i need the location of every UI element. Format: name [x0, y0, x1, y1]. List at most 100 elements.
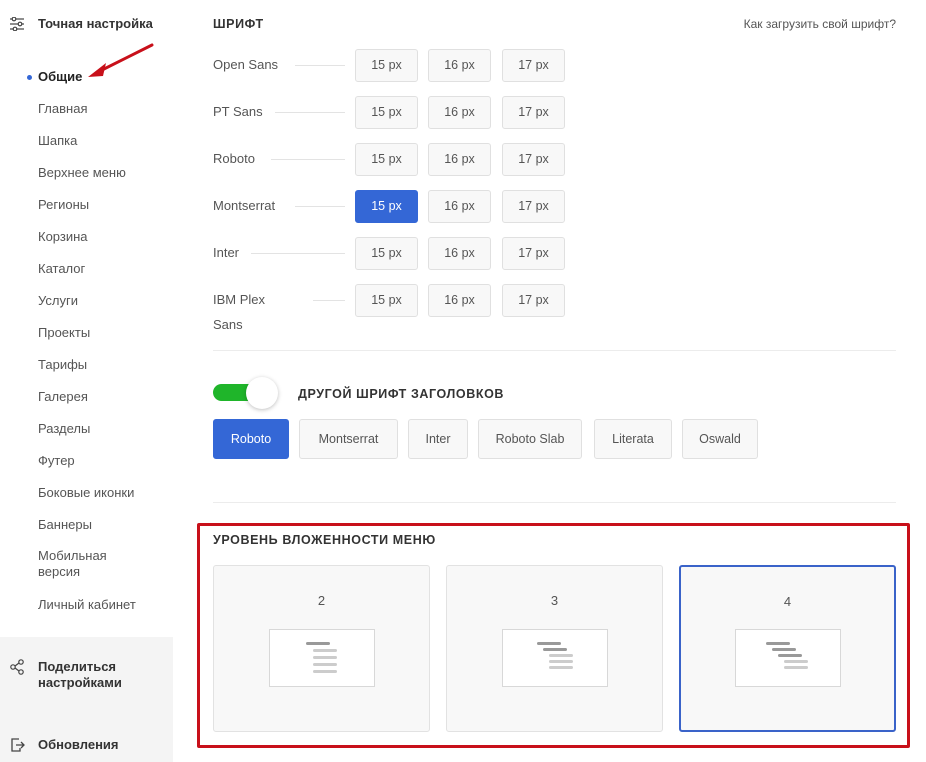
sidebar-item-label: Боковые иконки	[38, 485, 135, 500]
heading-font-option[interactable]: Literata	[594, 419, 672, 459]
sidebar-nav: Общие Главная Шапка Верхнее меню Регионы…	[0, 68, 173, 628]
preview-line	[778, 654, 802, 657]
font-size-button[interactable]: 17 px	[502, 190, 565, 223]
heading-font-option[interactable]: Oswald	[682, 419, 758, 459]
toggle-knob	[246, 377, 278, 409]
font-size-button[interactable]: 17 px	[502, 96, 565, 129]
font-size-button[interactable]: 17 px	[502, 284, 565, 317]
menu-depth-card[interactable]: 3	[446, 565, 663, 732]
preview-line	[549, 666, 573, 669]
font-size-button[interactable]: 17 px	[502, 237, 565, 270]
sidebar-item-main[interactable]: Главная	[0, 100, 173, 132]
font-row-leader	[251, 253, 345, 254]
font-row: Montserrat 15 px 16 px 17 px	[213, 190, 573, 224]
menu-depth-value: 4	[783, 594, 792, 609]
sidebar-item-label: Футер	[38, 453, 75, 468]
font-size-button[interactable]: 17 px	[502, 49, 565, 82]
menu-depth-value: 3	[550, 593, 559, 608]
sidebar-item-label: Регионы	[38, 197, 90, 212]
updates-label: Обновления	[38, 737, 119, 752]
heading-font-option[interactable]: Roboto	[213, 419, 289, 459]
sidebar-item-label: Корзина	[38, 229, 88, 244]
font-size-button[interactable]: 16 px	[428, 284, 491, 317]
font-row: Open Sans 15 px 16 px 17 px	[213, 49, 573, 83]
sidebar-item-projects[interactable]: Проекты	[0, 324, 173, 356]
font-name: IBM Plex Sans	[213, 292, 266, 332]
sidebar-title: Точная настройка	[38, 16, 153, 31]
menu-depth-card[interactable]: 4	[679, 565, 896, 732]
font-size-button[interactable]: 16 px	[428, 143, 491, 176]
sidebar: Точная настройка Общие Главная Шапка Вер…	[0, 0, 173, 762]
divider	[213, 502, 896, 503]
font-name: Inter	[213, 245, 240, 260]
sliders-icon	[10, 17, 24, 31]
sidebar-item-label: Услуги	[38, 293, 78, 308]
font-section-title: ШРИФТ	[213, 17, 264, 31]
font-size-button[interactable]: 15 px	[355, 143, 418, 176]
sidebar-item-banners[interactable]: Баннеры	[0, 516, 173, 548]
menu-depth-preview	[735, 629, 841, 687]
sidebar-item-label: Мобильная версия	[38, 548, 107, 579]
heading-font-option[interactable]: Montserrat	[299, 419, 398, 459]
sidebar-item-catalog[interactable]: Каталог	[0, 260, 173, 292]
sidebar-item-cart[interactable]: Корзина	[0, 228, 173, 260]
upload-font-link[interactable]: Как загрузить свой шрифт?	[744, 17, 896, 31]
sidebar-item-mobile[interactable]: Мобильная версия	[0, 548, 173, 596]
active-dot	[27, 75, 32, 80]
sidebar-item-gallery[interactable]: Галерея	[0, 388, 173, 420]
font-size-button[interactable]: 16 px	[428, 237, 491, 270]
sidebar-item-header[interactable]: Шапка	[0, 132, 173, 164]
preview-line	[313, 670, 337, 673]
font-name: Open Sans	[213, 57, 279, 72]
font-size-button[interactable]: 16 px	[428, 190, 491, 223]
font-row: PT Sans 15 px 16 px 17 px	[213, 96, 573, 130]
sidebar-item-label: Каталог	[38, 261, 86, 276]
heading-font-option[interactable]: Inter	[408, 419, 468, 459]
font-size-button[interactable]: 15 px	[355, 237, 418, 270]
sidebar-item-label: Верхнее меню	[38, 165, 126, 180]
sidebar-item-account[interactable]: Личный кабинет	[0, 596, 173, 628]
font-row-leader	[295, 206, 345, 207]
menu-depth-value: 2	[317, 593, 326, 608]
font-row: Roboto 15 px 16 px 17 px	[213, 143, 573, 177]
sidebar-item-label: Шапка	[38, 133, 78, 148]
preview-line	[313, 656, 337, 659]
font-size-button[interactable]: 17 px	[502, 143, 565, 176]
sidebar-item-label: Проекты	[38, 325, 91, 340]
sidebar-item-footer[interactable]: Футер	[0, 452, 173, 484]
sidebar-item-general[interactable]: Общие	[0, 68, 173, 100]
heading-font-option[interactable]: Roboto Slab	[478, 419, 582, 459]
preview-line	[784, 660, 808, 663]
menu-depth-card[interactable]: 2	[213, 565, 430, 732]
menu-depth-title: УРОВЕНЬ ВЛОЖЕННОСТИ МЕНЮ	[213, 533, 436, 547]
heading-font-toggle[interactable]	[213, 377, 278, 409]
sidebar-item-label: Галерея	[38, 389, 88, 404]
sidebar-item-label: Главная	[38, 101, 88, 116]
font-size-button[interactable]: 15 px	[355, 96, 418, 129]
sidebar-item-tariffs[interactable]: Тарифы	[0, 356, 173, 388]
font-row-leader	[295, 65, 345, 66]
sidebar-item-label: Общие	[38, 69, 83, 84]
font-row-leader	[313, 300, 345, 301]
font-size-button[interactable]: 16 px	[428, 49, 491, 82]
share-settings-label: Поделиться настройками	[38, 659, 122, 690]
preview-line	[784, 666, 808, 669]
sidebar-item-top-menu[interactable]: Верхнее меню	[0, 164, 173, 196]
font-size-button[interactable]: 15 px	[355, 49, 418, 82]
sidebar-item-regions[interactable]: Регионы	[0, 196, 173, 228]
font-size-button[interactable]: 15 px	[355, 284, 418, 317]
divider	[213, 350, 896, 351]
preview-line	[543, 648, 567, 651]
preview-line	[766, 642, 790, 645]
font-name: PT Sans	[213, 104, 263, 119]
preview-line	[549, 654, 573, 657]
preview-line	[537, 642, 561, 645]
sidebar-item-services[interactable]: Услуги	[0, 292, 173, 324]
sidebar-item-side-icons[interactable]: Боковые иконки	[0, 484, 173, 516]
font-size-button[interactable]: 15 px	[355, 190, 418, 223]
font-size-button[interactable]: 16 px	[428, 96, 491, 129]
preview-line	[313, 649, 337, 652]
sidebar-item-sections[interactable]: Разделы	[0, 420, 173, 452]
font-name: Montserrat	[213, 198, 276, 213]
preview-line	[313, 663, 337, 666]
